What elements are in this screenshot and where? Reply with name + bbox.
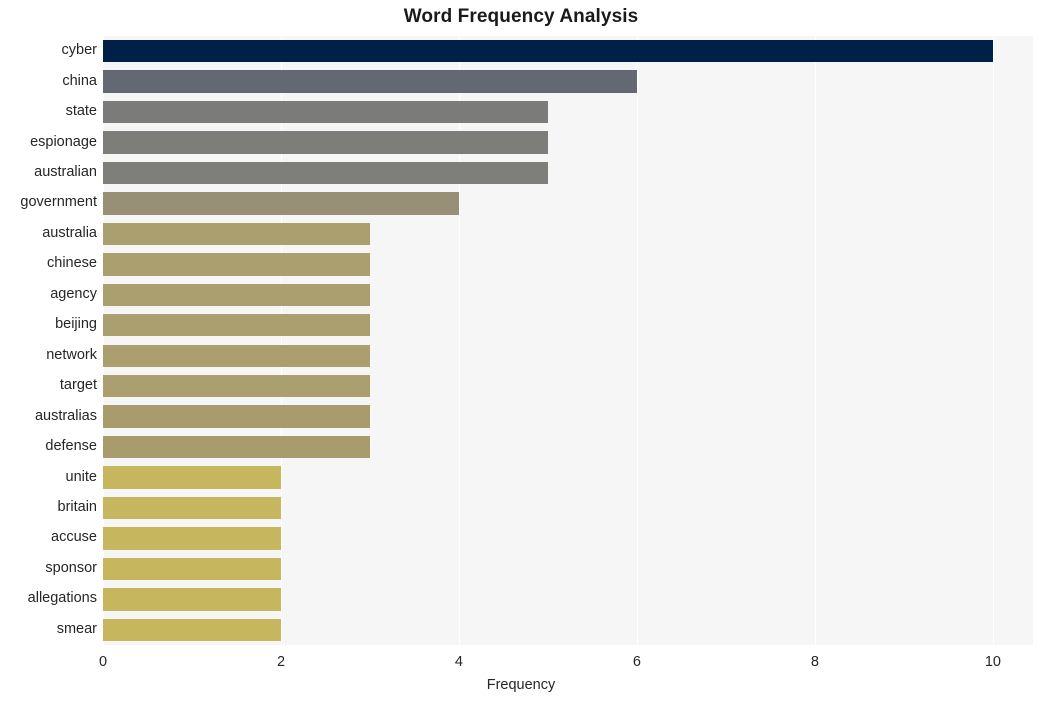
bar[interactable] [103, 283, 370, 306]
bar-row[interactable] [103, 496, 1033, 520]
bar-row[interactable] [103, 344, 1033, 367]
y-axis-tick-label: target [59, 377, 97, 394]
bar[interactable] [103, 253, 370, 276]
bar[interactable] [103, 588, 281, 611]
y-axis-tick-label: australias [34, 407, 97, 424]
y-axis-tick-label: beijing [55, 316, 97, 333]
bar[interactable] [103, 374, 370, 398]
y-axis-tick-label: chinese [47, 255, 97, 272]
chart-title: Word Frequency Analysis [403, 6, 639, 27]
y-axis-tick-label: smear [56, 620, 97, 637]
bar[interactable] [103, 222, 370, 246]
y-axis-tick-label: britain [57, 498, 98, 515]
y-axis-tick-label: state [65, 103, 97, 120]
bar[interactable] [103, 161, 548, 185]
bar-row[interactable] [103, 588, 1033, 611]
bar[interactable] [103, 192, 459, 215]
bar-row[interactable] [103, 70, 1033, 93]
bar-row[interactable] [103, 222, 1033, 246]
x-axis-tick-label: 10 [984, 654, 1002, 670]
bar-row[interactable] [103, 405, 1033, 428]
bar-row[interactable] [103, 374, 1033, 398]
bar-row[interactable] [103, 618, 1033, 641]
y-axis-tick-label: accuse [51, 529, 97, 546]
y-axis-tick-label: china [62, 72, 97, 89]
y-axis-tick-label: government [20, 194, 97, 211]
bar-row[interactable] [103, 466, 1033, 489]
y-axis-tick-label: cyber [61, 42, 97, 59]
x-axis-tick-label: 8 [810, 654, 819, 670]
bar-row[interactable] [103, 283, 1033, 306]
y-axis-tick-label: espionage [30, 133, 97, 150]
y-axis-tick-label: australian [34, 164, 97, 181]
x-axis-tick-label: 4 [454, 654, 464, 670]
y-axis-tick-label: australia [42, 224, 97, 241]
y-axis-tick-label: network [46, 346, 97, 363]
bar[interactable] [103, 527, 281, 550]
x-axis-tick-label: 6 [632, 654, 642, 670]
bar[interactable] [103, 100, 548, 124]
bar[interactable] [103, 557, 281, 581]
word-frequency-chart-figure: Word Frequency Analysis cyber china state e… [0, 0, 1042, 701]
bar-row[interactable] [103, 161, 1033, 185]
bar-row[interactable] [103, 314, 1033, 337]
bar-row[interactable] [103, 435, 1033, 459]
bar[interactable] [103, 40, 993, 63]
bar[interactable] [103, 618, 281, 641]
y-axis-tick-label: unite [65, 468, 97, 485]
bar[interactable] [103, 496, 281, 520]
x-axis-title: Frequency [486, 677, 556, 693]
x-axis: 0 2 4 6 8 10 Frequency [0, 645, 1042, 701]
bar-row[interactable] [103, 100, 1033, 124]
bar-row[interactable] [103, 40, 1033, 63]
x-axis-tick-label: 2 [276, 654, 286, 670]
bar[interactable] [103, 405, 370, 428]
plot-area [103, 36, 1033, 645]
bar-row[interactable] [103, 527, 1033, 550]
x-axis-tick-label: 0 [98, 654, 108, 670]
bar[interactable] [103, 344, 370, 367]
y-axis-tick-label: sponsor [45, 559, 97, 576]
bar[interactable] [103, 466, 281, 489]
y-axis-tick-label: agency [50, 285, 97, 302]
y-axis-tick-label: defense [45, 438, 97, 455]
bar-row[interactable] [103, 253, 1033, 276]
bars-layer [103, 36, 1033, 645]
bar-row[interactable] [103, 131, 1033, 154]
bar[interactable] [103, 70, 637, 93]
bar-row[interactable] [103, 192, 1033, 215]
bar[interactable] [103, 435, 370, 459]
bar[interactable] [103, 131, 548, 154]
bar[interactable] [103, 314, 370, 337]
bar-row[interactable] [103, 557, 1033, 581]
y-axis-tick-label: allegations [27, 590, 97, 607]
